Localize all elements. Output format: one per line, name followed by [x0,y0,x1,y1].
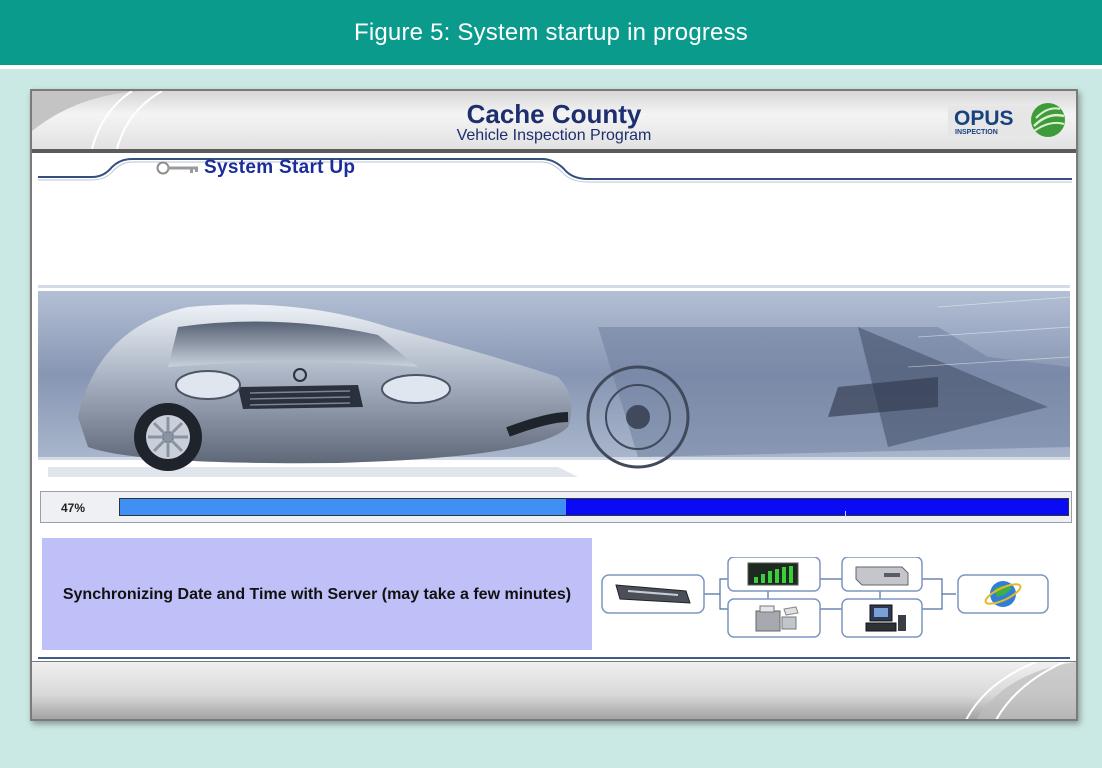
analyzer-display-icon [727,557,821,592]
workstation-icon [841,598,923,638]
footer-divider [38,657,1070,659]
server-icon [841,557,923,592]
footer-swoosh-decoration [965,662,1076,719]
device-network-diagram [601,557,1049,638]
program-subtitle: Vehicle Inspection Program [456,127,652,144]
figure-caption-banner: Figure 5: System startup in progress [0,0,1102,69]
progress-bar-track [119,498,1069,517]
internet-globe-icon [957,574,1049,614]
vehicle-hero-image [38,267,1070,483]
figure-caption: Figure 5: System startup in progress [353,18,749,46]
app-footer [32,661,1076,719]
progress-bar-tick [845,511,846,517]
app-window: Cache County Vehicle Inspection Program … [30,89,1078,721]
county-title: Cache County [466,99,642,129]
svg-text:OPUS: OPUS [954,107,1014,130]
obd-plug-icon [601,574,705,614]
progress-bar-fill [120,499,566,515]
title-block: Cache County Vehicle Inspection Program [32,101,1076,145]
printer-icon [727,598,821,638]
status-message: Synchronizing Date and Time with Server … [62,585,572,603]
progress-percent-label: 47% [61,501,86,515]
app-header: Cache County Vehicle Inspection Program … [32,91,1076,153]
svg-text:INSPECTION: INSPECTION [955,129,998,136]
status-message-box: Synchronizing Date and Time with Server … [42,538,592,650]
section-header: System Start Up [32,153,1076,189]
key-icon [156,161,198,175]
section-title: System Start Up [204,157,356,178]
opus-logo: OPUS INSPECTION [948,103,1065,137]
progress-panel: 47% [40,491,1072,523]
